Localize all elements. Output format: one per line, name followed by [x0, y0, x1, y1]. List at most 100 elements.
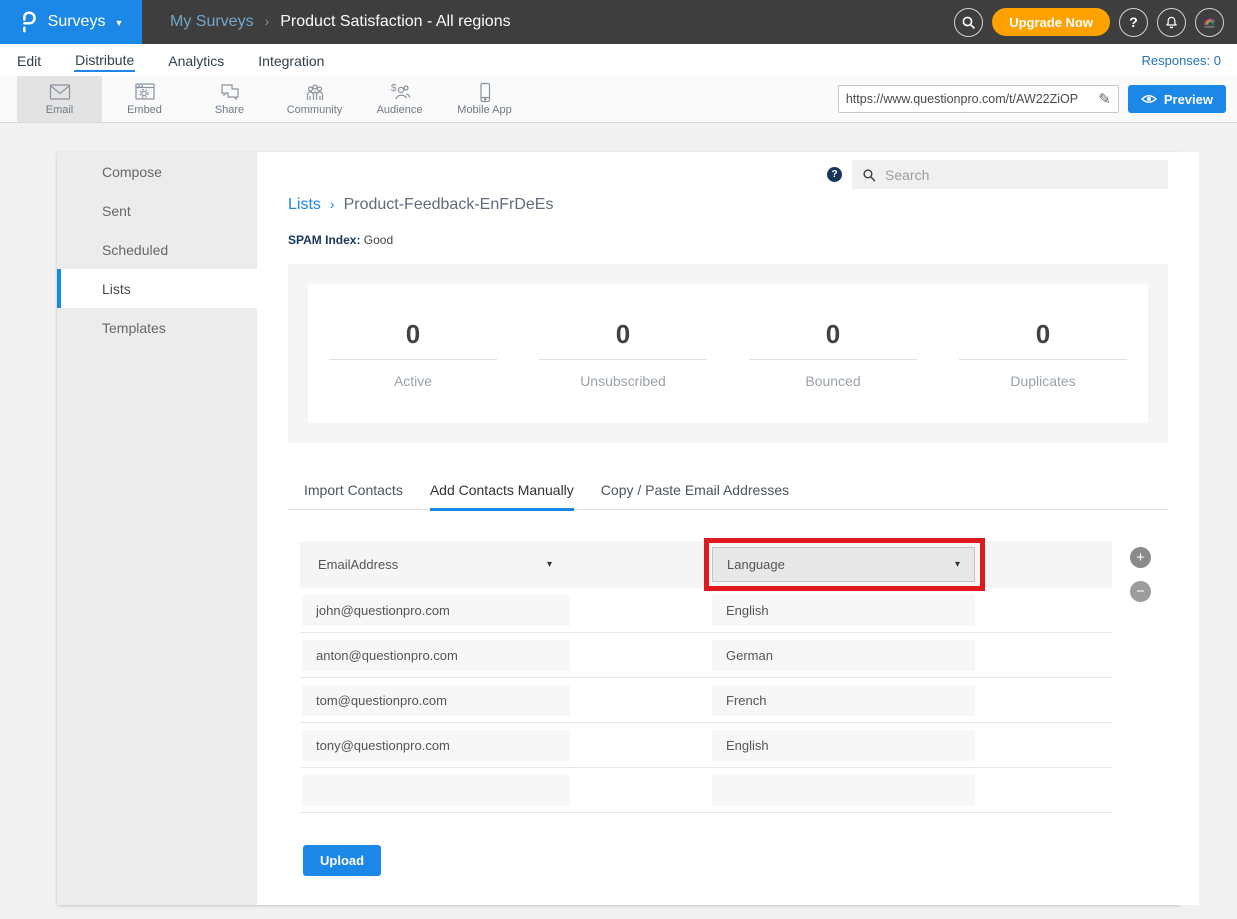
language-input[interactable]: [712, 595, 975, 626]
help-icon[interactable]: ?: [827, 167, 842, 182]
divider: [749, 359, 917, 360]
list-stats: 0 Active 0 Unsubscribed 0 Bounced: [288, 264, 1168, 443]
sidebar-item-lists[interactable]: Lists: [57, 269, 257, 308]
stat-label: Active: [394, 373, 432, 389]
breadcrumb: My Surveys › Product Satisfaction - All …: [170, 13, 511, 31]
language-input[interactable]: [712, 775, 975, 806]
sidebar-item-scheduled[interactable]: Scheduled: [57, 230, 257, 269]
list-search-box: [852, 160, 1168, 189]
envelope-icon: [48, 82, 72, 103]
help-button[interactable]: ?: [1119, 8, 1148, 37]
distribute-toolbar: Email Embed Share: [0, 76, 1237, 123]
spam-index-value: Good: [364, 233, 393, 247]
list-breadcrumb: Lists › Product-Feedback-EnFrDeEs: [288, 196, 1168, 214]
stat-card-unsubscribed: 0 Unsubscribed: [518, 284, 728, 423]
list-search-area: ?: [288, 160, 1168, 189]
notifications-button[interactable]: [1157, 8, 1186, 37]
search-input[interactable]: [885, 167, 1158, 183]
breadcrumb-lists-link[interactable]: Lists: [288, 196, 321, 214]
product-switcher[interactable]: Surveys ▼: [0, 0, 142, 44]
add-row-button[interactable]: +: [1130, 547, 1151, 568]
divider: [329, 359, 497, 360]
upgrade-now-button[interactable]: Upgrade Now: [992, 8, 1110, 36]
breadcrumb-separator: ›: [330, 196, 335, 212]
add-contacts-form: EmailAddress ▾ Language ▾ + −: [300, 541, 1112, 876]
phone-icon: [473, 82, 497, 103]
language-input[interactable]: [712, 640, 975, 671]
avatar: [1200, 13, 1219, 32]
email-input[interactable]: [302, 685, 570, 716]
stat-label: Unsubscribed: [580, 373, 666, 389]
tool-label: Email: [46, 104, 74, 116]
stat-value: 0: [826, 319, 840, 350]
stat-card-active: 0 Active: [308, 284, 518, 423]
chat-bubbles-icon: [218, 82, 242, 103]
tool-label: Embed: [127, 104, 162, 116]
language-field-dropdown[interactable]: Language ▾: [712, 547, 975, 582]
search-button[interactable]: [954, 8, 983, 37]
email-input[interactable]: [302, 595, 570, 626]
divider: [959, 359, 1127, 360]
nav-item-distribute[interactable]: Distribute: [74, 48, 135, 72]
nav-item-analytics[interactable]: Analytics: [167, 49, 225, 71]
spam-index-label: SPAM Index:: [288, 233, 360, 247]
tool-share[interactable]: Share: [187, 76, 272, 122]
responses-count[interactable]: Responses: 0: [1142, 53, 1222, 68]
divider: [539, 359, 707, 360]
upload-button[interactable]: Upload: [303, 845, 381, 876]
email-input[interactable]: [302, 730, 570, 761]
sidebar-item-compose[interactable]: Compose: [57, 152, 257, 191]
tool-mobile-app[interactable]: Mobile App: [442, 76, 527, 122]
stat-value: 0: [1036, 319, 1050, 350]
svg-text:$: $: [391, 83, 397, 94]
tab-copy-paste-email-addresses[interactable]: Copy / Paste Email Addresses: [601, 476, 789, 511]
page-background: Compose Sent Scheduled Lists Templates ?: [0, 123, 1237, 919]
tool-audience[interactable]: $ Audience: [357, 76, 442, 122]
topbar-actions: Upgrade Now ?: [954, 8, 1224, 37]
chevron-down-icon: ▾: [955, 559, 960, 570]
preview-button[interactable]: Preview: [1128, 85, 1226, 113]
bell-icon: [1164, 14, 1179, 30]
tool-email[interactable]: Email: [17, 76, 102, 122]
contact-row: [300, 723, 1112, 768]
survey-url-input[interactable]: [846, 92, 1098, 106]
tool-label: Community: [287, 104, 343, 116]
list-name: Product-Feedback-EnFrDeEs: [344, 196, 554, 214]
language-input[interactable]: [712, 730, 975, 761]
tool-community[interactable]: Community: [272, 76, 357, 122]
email-field-dropdown[interactable]: EmailAddress ▾: [300, 557, 570, 572]
survey-title: Product Satisfaction - All regions: [280, 13, 510, 31]
nav-item-integration[interactable]: Integration: [257, 49, 325, 71]
spam-index: SPAM Index: Good: [288, 233, 1168, 247]
stat-value: 0: [406, 319, 420, 350]
stat-card-bounced: 0 Bounced: [728, 284, 938, 423]
account-menu-button[interactable]: [1195, 8, 1224, 37]
field-mapping-row: EmailAddress ▾ Language ▾ + −: [300, 541, 1112, 588]
breadcrumb-my-surveys[interactable]: My Surveys: [170, 13, 254, 31]
contact-row: [300, 768, 1112, 813]
search-icon: [862, 168, 876, 182]
chevron-down-icon: ▼: [114, 18, 123, 28]
survey-nav: Edit Distribute Analytics Integration Re…: [0, 44, 1237, 76]
language-input[interactable]: [712, 685, 975, 716]
sidebar-item-templates[interactable]: Templates: [57, 308, 257, 347]
remove-row-button[interactable]: −: [1130, 581, 1151, 602]
tool-embed[interactable]: Embed: [102, 76, 187, 122]
email-input[interactable]: [302, 775, 570, 806]
language-field-label: Language: [727, 557, 785, 572]
contact-row: [300, 588, 1112, 633]
row-controls: + −: [1130, 547, 1151, 602]
questionpro-logo-icon: [19, 9, 39, 35]
chevron-down-icon: ▾: [547, 559, 552, 570]
stat-label: Bounced: [805, 373, 860, 389]
app-screen: Surveys ▼ My Surveys › Product Satisfact…: [0, 0, 1237, 919]
edit-url-icon[interactable]: ✎: [1098, 90, 1111, 108]
nav-item-edit[interactable]: Edit: [16, 49, 42, 71]
tab-add-contacts-manually[interactable]: Add Contacts Manually: [430, 476, 574, 511]
product-name: Surveys: [48, 13, 106, 31]
survey-url-box: ✎: [838, 85, 1119, 113]
email-input[interactable]: [302, 640, 570, 671]
search-icon: [961, 15, 976, 30]
tab-import-contacts[interactable]: Import Contacts: [304, 476, 403, 511]
sidebar-item-sent[interactable]: Sent: [57, 191, 257, 230]
